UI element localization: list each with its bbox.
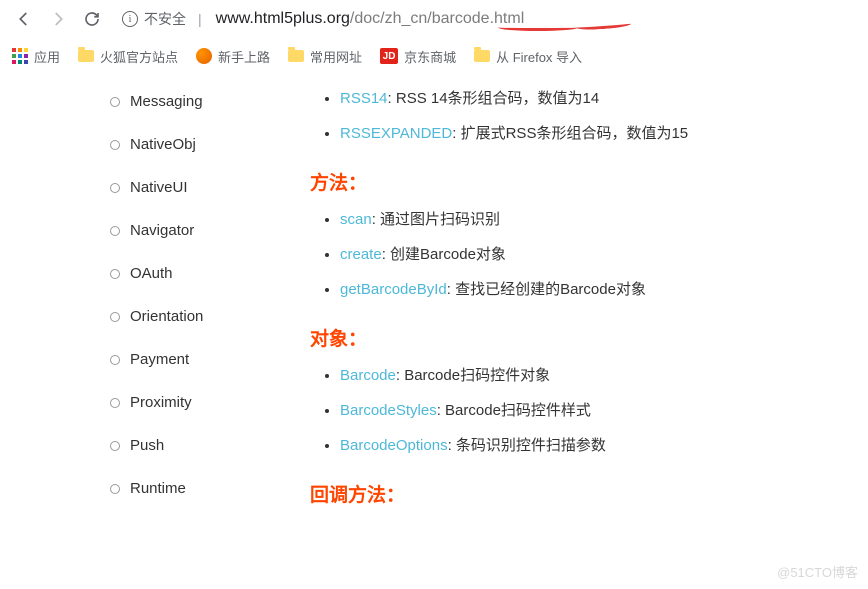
- sidebar-item[interactable]: NativeObj: [0, 123, 260, 166]
- annotation-underline: [498, 24, 578, 31]
- list-text: : 扩展式RSS条形组合码，数值为15: [452, 125, 688, 142]
- bullet-icon: [110, 398, 120, 408]
- list-item: RSSEXPANDED: 扩展式RSS条形组合码，数值为15: [340, 115, 858, 150]
- section-title-callbacks: 回调方法：: [310, 480, 858, 507]
- list-item: BarcodeOptions: 条码识别控件扫描参数: [340, 427, 858, 462]
- sidebar-item-label: NativeUI: [130, 179, 188, 196]
- firefox-icon: [196, 48, 212, 64]
- sidebar-item[interactable]: Proximity: [0, 381, 260, 424]
- section-title-methods: 方法：: [310, 168, 858, 195]
- reload-button[interactable]: [80, 7, 104, 31]
- bookmark-item[interactable]: 新手上路: [196, 47, 270, 66]
- bullet-icon: [110, 312, 120, 322]
- doc-link[interactable]: Barcode: [340, 367, 396, 384]
- main-content: RSS14: RSS 14条形组合码，数值为14 RSSEXPANDED: 扩展…: [260, 74, 868, 589]
- list-text: : RSS 14条形组合码，数值为14: [388, 90, 600, 107]
- bookmark-label: 京东商城: [404, 47, 456, 66]
- doc-link[interactable]: BarcodeOptions: [340, 437, 448, 454]
- apps-button[interactable]: 应用: [12, 47, 60, 66]
- sidebar-item[interactable]: NativeUI: [0, 166, 260, 209]
- sidebar-item-label: NativeObj: [130, 136, 196, 153]
- list-text: : 查找已经创建的Barcode对象: [447, 281, 646, 298]
- bullet-icon: [110, 269, 120, 279]
- bookmark-item[interactable]: 火狐官方站点: [78, 47, 178, 66]
- bookmark-item[interactable]: JD 京东商城: [380, 47, 456, 66]
- jd-icon: JD: [380, 48, 398, 64]
- bullet-icon: [110, 441, 120, 451]
- address-separator: |: [192, 11, 206, 27]
- sidebar-nav: Messaging NativeObj NativeUI Navigator O…: [0, 74, 260, 589]
- address-bar[interactable]: www.html5plus.org/doc/zh_cn/barcode.html: [216, 10, 525, 28]
- sidebar-item-label: Runtime: [130, 480, 186, 497]
- top-list: RSS14: RSS 14条形组合码，数值为14 RSSEXPANDED: 扩展…: [310, 80, 858, 150]
- methods-list: scan: 通过图片扫码识别 create: 创建Barcode对象 getBa…: [310, 201, 858, 306]
- security-indicator[interactable]: i 不安全 |: [114, 9, 206, 29]
- browser-toolbar: i 不安全 | www.html5plus.org/doc/zh_cn/barc…: [0, 0, 868, 38]
- sidebar-item[interactable]: Payment: [0, 338, 260, 381]
- bullet-icon: [110, 97, 120, 107]
- info-icon: i: [122, 11, 138, 27]
- sidebar-item[interactable]: Runtime: [0, 467, 260, 510]
- list-text: : Barcode扫码控件样式: [437, 402, 591, 419]
- list-item: scan: 通过图片扫码识别: [340, 201, 858, 236]
- bookmark-label: 从 Firefox 导入: [496, 47, 582, 66]
- sidebar-item-label: Payment: [130, 351, 189, 368]
- bookmark-label: 新手上路: [218, 47, 270, 66]
- doc-link[interactable]: BarcodeStyles: [340, 402, 437, 419]
- folder-icon: [288, 50, 304, 62]
- doc-link[interactable]: scan: [340, 211, 372, 228]
- sidebar-item[interactable]: Navigator: [0, 209, 260, 252]
- back-button[interactable]: [12, 7, 36, 31]
- apps-icon: [12, 48, 28, 64]
- folder-icon: [78, 50, 94, 62]
- sidebar-item-label: Proximity: [130, 394, 192, 411]
- list-item: getBarcodeById: 查找已经创建的Barcode对象: [340, 271, 858, 306]
- bullet-icon: [110, 226, 120, 236]
- url-host: www.html5plus.org: [216, 10, 350, 27]
- list-item: BarcodeStyles: Barcode扫码控件样式: [340, 392, 858, 427]
- doc-link[interactable]: RSSEXPANDED: [340, 125, 452, 142]
- bookmark-item[interactable]: 从 Firefox 导入: [474, 47, 582, 66]
- sidebar-item[interactable]: Push: [0, 424, 260, 467]
- watermark: @51CTO博客: [777, 562, 858, 581]
- bullet-icon: [110, 183, 120, 193]
- bookmarks-bar: 应用 火狐官方站点 新手上路 常用网址 JD 京东商城 从 Firefox 导入: [0, 38, 868, 74]
- sidebar-item-label: OAuth: [130, 265, 173, 282]
- bookmark-label: 火狐官方站点: [100, 47, 178, 66]
- insecure-label: 不安全: [144, 9, 186, 29]
- bookmark-label: 常用网址: [310, 47, 362, 66]
- list-item: create: 创建Barcode对象: [340, 236, 858, 271]
- list-text: : Barcode扫码控件对象: [396, 367, 550, 384]
- apps-label: 应用: [34, 47, 60, 66]
- sidebar-item-label: Push: [130, 437, 164, 454]
- list-text: : 创建Barcode对象: [382, 246, 506, 263]
- objects-list: Barcode: Barcode扫码控件对象 BarcodeStyles: Ba…: [310, 357, 858, 462]
- sidebar-item[interactable]: Orientation: [0, 295, 260, 338]
- section-title-objects: 对象：: [310, 324, 858, 351]
- sidebar-item-label: Orientation: [130, 308, 203, 325]
- list-text: : 通过图片扫码识别: [372, 211, 500, 228]
- doc-link[interactable]: RSS14: [340, 90, 388, 107]
- sidebar-item-label: Navigator: [130, 222, 194, 239]
- folder-icon: [474, 50, 490, 62]
- bullet-icon: [110, 484, 120, 494]
- doc-link[interactable]: create: [340, 246, 382, 263]
- list-item: RSS14: RSS 14条形组合码，数值为14: [340, 80, 858, 115]
- bookmark-item[interactable]: 常用网址: [288, 47, 362, 66]
- doc-link[interactable]: getBarcodeById: [340, 281, 447, 298]
- bullet-icon: [110, 140, 120, 150]
- list-text: : 条码识别控件扫描参数: [448, 437, 606, 454]
- sidebar-item-label: Messaging: [130, 93, 203, 110]
- sidebar-item[interactable]: Messaging: [0, 80, 260, 123]
- bullet-icon: [110, 355, 120, 365]
- sidebar-item[interactable]: OAuth: [0, 252, 260, 295]
- forward-button[interactable]: [46, 7, 70, 31]
- list-item: Barcode: Barcode扫码控件对象: [340, 357, 858, 392]
